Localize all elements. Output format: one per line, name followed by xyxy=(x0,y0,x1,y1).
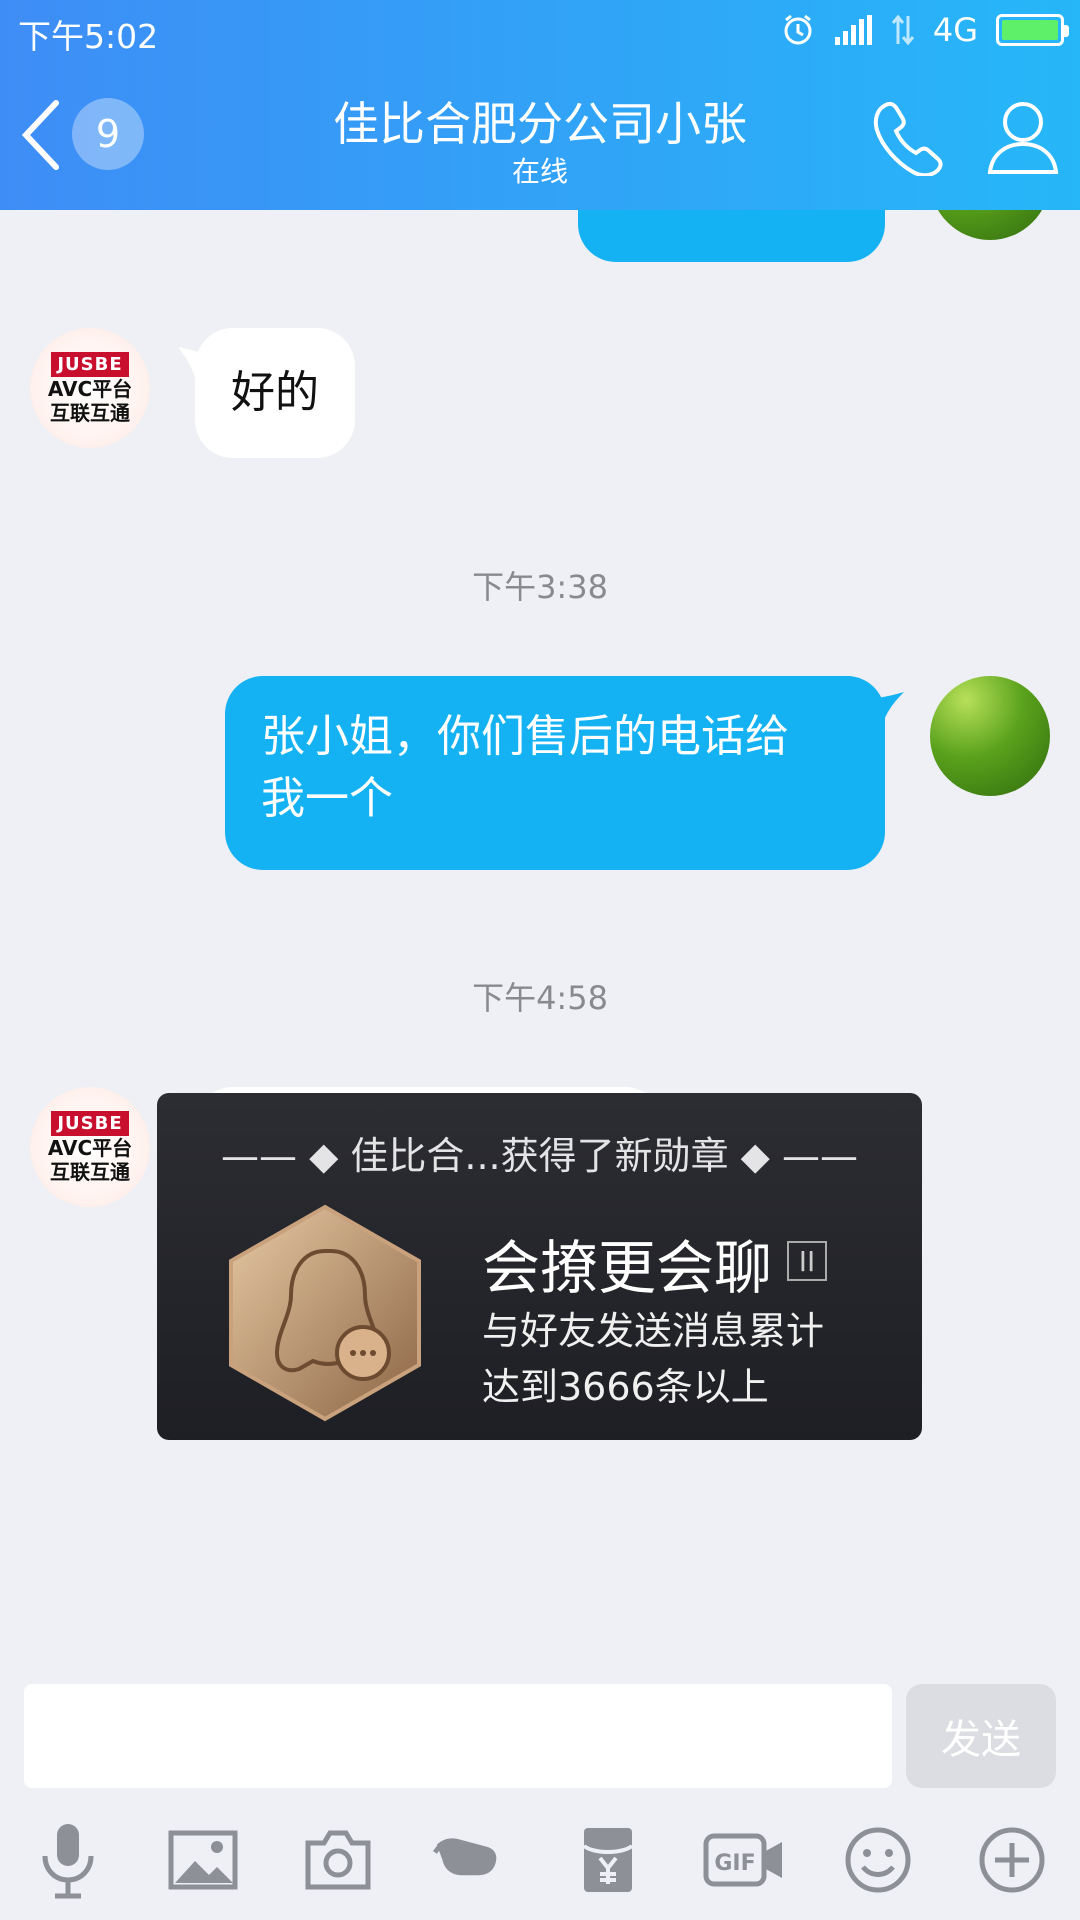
outgoing-message-bubble-partial[interactable] xyxy=(578,210,885,262)
image-icon xyxy=(168,1830,238,1890)
more-button[interactable] xyxy=(972,1820,1052,1900)
battery-icon xyxy=(996,14,1069,46)
message-text-line-1: 张小姐，你们售后的电话给 xyxy=(261,711,789,762)
message-input-bar: 发送 xyxy=(0,1680,1080,1790)
badge-card-header: —— ◆ 佳比合...获得了新勋章 ◆ —— xyxy=(220,1134,858,1178)
microphone-icon xyxy=(42,1824,94,1899)
phone-call-button[interactable] xyxy=(868,96,958,176)
message-text: 好的 xyxy=(231,367,319,418)
chat-header: 下午5:02 4G 9 佳比合肥分公司小张 在线 xyxy=(0,0,1080,210)
status-icons: 4G xyxy=(781,10,1069,50)
brand-logo: JUSBE xyxy=(51,351,129,377)
badge-name: 会撩更会聊 xyxy=(482,1234,773,1302)
brand-line-2: 互联互通 xyxy=(50,1159,130,1184)
brand-logo: JUSBE xyxy=(51,1110,129,1136)
camera-button[interactable] xyxy=(298,1820,378,1900)
message-text-line-2: 我一个 xyxy=(261,773,393,824)
contact-avatar[interactable]: JUSBE AVC平台 互联互通 xyxy=(30,328,150,448)
incoming-message-bubble[interactable]: 好的 xyxy=(195,328,355,458)
input-toolbar: GIF xyxy=(0,1820,1080,1910)
timestamp: 下午3:38 xyxy=(472,568,608,606)
send-button[interactable]: 发送 xyxy=(906,1684,1056,1788)
penguin-medal-icon xyxy=(229,1204,421,1422)
brand-line-2: 互联互通 xyxy=(50,400,130,425)
contact-avatar[interactable]: JUSBE AVC平台 互联互通 xyxy=(30,1087,150,1207)
emoji-button[interactable] xyxy=(838,1820,918,1900)
plus-circle-icon xyxy=(979,1827,1045,1893)
timestamp: 下午4:58 xyxy=(472,979,608,1017)
status-bar: 下午5:02 4G xyxy=(0,0,1080,60)
status-time: 下午5:02 xyxy=(18,17,159,56)
red-packet-icon xyxy=(582,1828,634,1892)
badge-desc-line-2: 达到3666条以上 xyxy=(482,1365,769,1409)
my-avatar[interactable] xyxy=(930,676,1050,796)
profile-button[interactable] xyxy=(978,96,1068,176)
bubble-tail xyxy=(860,692,904,726)
voice-button[interactable] xyxy=(28,1820,108,1900)
signal-icon xyxy=(834,15,872,45)
gif-button[interactable]: GIF xyxy=(700,1820,790,1900)
camera-icon xyxy=(305,1830,371,1890)
brand-line-1: AVC平台 xyxy=(47,1135,133,1160)
badge-level: II xyxy=(787,1241,827,1281)
outgoing-message-bubble[interactable]: 张小姐，你们售后的电话给 我一个 xyxy=(225,676,885,870)
my-avatar[interactable] xyxy=(930,210,1050,240)
new-badge-card[interactable]: —— ◆ 佳比合...获得了新勋章 ◆ —— 会撩更会聊 II 与好友发送消息累… xyxy=(157,1093,922,1440)
gif-label: GIF xyxy=(714,1851,755,1876)
smiley-icon xyxy=(845,1827,911,1893)
gif-icon: GIF xyxy=(703,1833,782,1887)
badge-description: 与好友发送消息累计 达到3666条以上 xyxy=(482,1303,902,1415)
badge-desc-line-1: 与好友发送消息累计 xyxy=(482,1309,825,1353)
message-input[interactable] xyxy=(24,1684,892,1788)
chat-message-list[interactable]: JUSBE AVC平台 互联互通 好的 下午3:38 张小姐，你们售后的电话给 … xyxy=(0,210,1080,1680)
poke-button[interactable] xyxy=(433,1820,513,1900)
alarm-icon xyxy=(784,14,812,45)
image-button[interactable] xyxy=(163,1820,243,1900)
poke-hand-icon xyxy=(433,1838,497,1876)
network-type: 4G xyxy=(932,11,978,49)
red-packet-button[interactable] xyxy=(568,1820,648,1900)
brand-line-1: AVC平台 xyxy=(47,376,133,401)
data-transfer-icon xyxy=(891,14,914,46)
